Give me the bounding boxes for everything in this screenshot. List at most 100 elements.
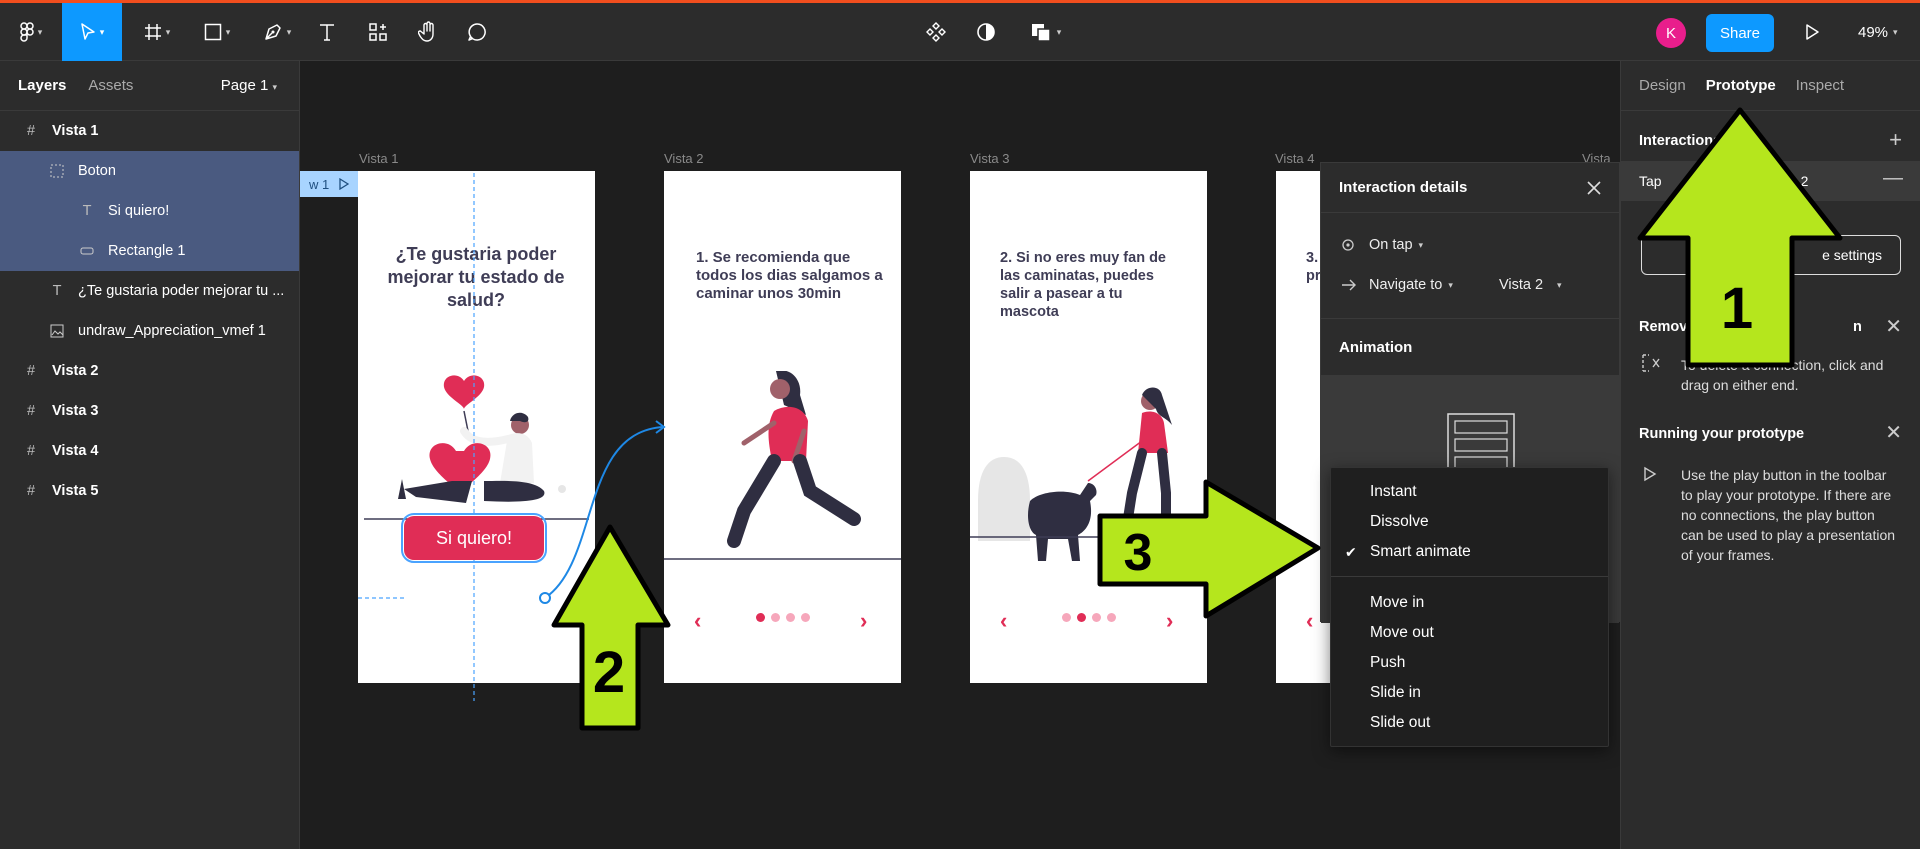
layer-name: Vista 2 [52, 363, 99, 379]
comment-tool-button[interactable] [462, 3, 492, 61]
zoom-menu[interactable]: 49% ▾ [1858, 3, 1898, 61]
close-icon[interactable]: ✕ [1885, 314, 1902, 339]
properties-panel: Design Prototype Inspect Interactions + … [1620, 61, 1920, 849]
create-component-button[interactable] [920, 3, 952, 61]
layer-item[interactable]: undraw_Appreciation_vmef 1 [0, 311, 299, 351]
layer-item[interactable]: Rectangle 1 [0, 231, 299, 271]
disconnect-icon [1642, 354, 1660, 372]
layer-item[interactable]: # Vista 1 [0, 111, 299, 151]
components-grid-icon [369, 23, 387, 41]
toolbar: ▾ ▾ ▾ ▾ ▾ ▾ K Share 49% ▾ [0, 0, 1920, 61]
removing-connections-title-end: n [1853, 319, 1862, 335]
component-icon [926, 22, 946, 42]
text-tool-button[interactable] [312, 3, 342, 61]
user-avatar[interactable]: K [1656, 18, 1686, 48]
frame-icon: # [26, 483, 36, 499]
mask-button[interactable] [970, 3, 1002, 61]
pen-tool-button[interactable]: ▾ [256, 3, 298, 61]
layer-item[interactable]: # Vista 4 [0, 431, 299, 471]
chevron-down-icon: ▾ [1448, 279, 1453, 290]
trigger-select[interactable]: On tap ▾ [1321, 225, 1619, 265]
tab-design[interactable]: Design [1639, 77, 1686, 94]
layer-name: Boton [78, 163, 116, 179]
chevron-down-icon: ▾ [272, 82, 277, 92]
layer-name: Vista 1 [52, 123, 99, 139]
contrast-icon [977, 23, 995, 41]
page-name: Page 1 [220, 77, 269, 94]
move-tool-button[interactable]: ▾ [62, 3, 122, 61]
right-panel-tabs: Design Prototype Inspect [1621, 61, 1920, 111]
layer-item[interactable]: # Vista 3 [0, 391, 299, 431]
text-icon: T [52, 283, 62, 299]
layer-item[interactable]: Boton [0, 151, 299, 191]
removing-connections-text: To delete a connection, click and drag o… [1681, 357, 1884, 393]
dropdown-option-move-out[interactable]: Move out [1331, 618, 1608, 648]
option-label: Smart animate [1370, 543, 1471, 560]
page-selector[interactable]: Page 1 ▾ [221, 77, 277, 94]
resources-button[interactable] [362, 3, 394, 61]
interaction-destination: a 2 [1789, 173, 1809, 189]
layers-panel: Layers Assets Page 1 ▾ # Vista 1 Boton T… [0, 61, 300, 849]
text-icon: T [82, 203, 92, 219]
tab-prototype[interactable]: Prototype [1706, 77, 1776, 94]
si-quiero-button[interactable]: Si quiero! [401, 513, 547, 563]
dropdown-option-instant[interactable]: Instant [1331, 477, 1608, 507]
chevron-down-icon: ▾ [286, 26, 292, 37]
play-icon [1644, 466, 1657, 482]
dropdown-option-dissolve[interactable]: Dissolve [1331, 507, 1608, 537]
rectangle-icon [78, 247, 96, 255]
dropdown-option-slide-out[interactable]: Slide out [1331, 708, 1608, 738]
chevron-down-icon: ▾ [1893, 26, 1898, 37]
layer-item[interactable]: T Si quiero! [0, 191, 299, 231]
layer-name: Si quiero! [108, 203, 170, 219]
running-prototype-text: Use the play button in the toolbar to pl… [1681, 467, 1896, 563]
shape-tool-button[interactable]: ▾ [196, 3, 238, 61]
frame-icon: # [26, 403, 36, 419]
layer-item[interactable]: # Vista 5 [0, 471, 299, 511]
text-icon [320, 24, 334, 41]
flow-settings-button[interactable]: e settings [1641, 235, 1901, 275]
tab-assets[interactable]: Assets [88, 77, 133, 94]
play-icon [1806, 24, 1819, 40]
present-button[interactable] [1798, 3, 1826, 61]
dropdown-option-push[interactable]: Push [1331, 648, 1608, 678]
left-panel-tabs: Layers Assets Page 1 ▾ [0, 61, 299, 111]
tab-inspect[interactable]: Inspect [1796, 77, 1844, 94]
boolean-groups-button[interactable]: ▾ [1024, 3, 1068, 61]
action-select[interactable]: Navigate to [1369, 277, 1442, 293]
rectangle-icon [204, 23, 221, 41]
chevron-down-icon: ▾ [1557, 279, 1562, 290]
interaction-row[interactable]: Tap a 2 — [1621, 161, 1920, 201]
animation-section-title: Animation [1321, 318, 1619, 375]
hand-tool-button[interactable] [412, 3, 444, 61]
chevron-down-icon: ▾ [37, 26, 43, 37]
boolean-union-icon [1031, 24, 1051, 42]
remove-interaction-icon[interactable]: — [1883, 167, 1903, 190]
dropdown-divider [1331, 576, 1608, 577]
destination-select[interactable]: Vista 2 [1499, 277, 1543, 293]
running-prototype-title: Running your prototype [1639, 426, 1805, 442]
dropdown-option-slide-in[interactable]: Slide in [1331, 678, 1608, 708]
add-interaction-icon[interactable]: + [1889, 127, 1902, 153]
share-button[interactable]: Share [1706, 14, 1774, 52]
figma-menu-button[interactable]: ▾ [10, 3, 52, 61]
close-icon[interactable] [1587, 181, 1601, 195]
tab-layers[interactable]: Layers [18, 77, 66, 94]
layer-name: Vista 3 [52, 403, 99, 419]
panel-title: Interaction details [1339, 179, 1468, 196]
interaction-trigger: Tap [1639, 173, 1662, 189]
pen-icon [264, 24, 281, 40]
frame-icon: # [26, 363, 36, 379]
chevron-down-icon: ▾ [1056, 26, 1062, 37]
layer-item[interactable]: # Vista 2 [0, 351, 299, 391]
dropdown-option-smart-animate[interactable]: ✔ Smart animate [1331, 537, 1608, 567]
interactions-title: Interactions [1639, 133, 1722, 149]
dropdown-option-move-in[interactable]: Move in [1331, 588, 1608, 618]
frame-tool-button[interactable]: ▾ [136, 3, 178, 61]
close-icon[interactable]: ✕ [1885, 420, 1902, 445]
layer-item[interactable]: T ¿Te gustaria poder mejorar tu ... [0, 271, 299, 311]
connection-handle [539, 592, 551, 604]
prototype-connection-line [544, 426, 665, 599]
image-icon [48, 324, 66, 338]
zoom-level: 49% [1858, 23, 1889, 41]
